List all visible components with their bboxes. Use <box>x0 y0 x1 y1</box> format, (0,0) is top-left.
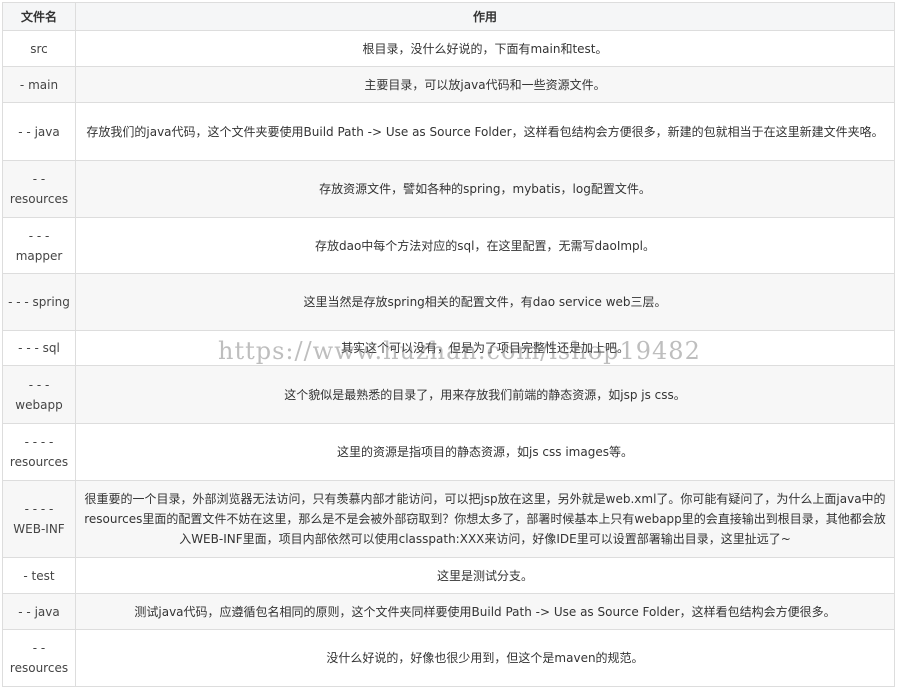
table-row: - main 主要目录，可以放java代码和一些资源文件。 <box>2 66 895 103</box>
row-description: 这里是测试分支。 <box>75 557 895 594</box>
column-header-filename: 文件名 <box>2 2 76 31</box>
row-description: 这里的资源是指项目的静态资源，如js css images等。 <box>75 423 895 481</box>
row-description: 没什么好说的，好像也很少用到，但这个是maven的规范。 <box>75 629 895 687</box>
row-filename: - test <box>2 557 76 594</box>
row-filename: - - - spring <box>2 273 76 331</box>
table-row: - - - - WEB-INF 很重要的一个目录，外部浏览器无法访问，只有羡慕内… <box>2 480 895 558</box>
row-filename: - - - webapp <box>2 365 76 424</box>
row-filename: - - java <box>2 593 76 630</box>
table-header-row: 文件名 作用 <box>2 2 895 31</box>
row-filename: src <box>2 30 76 67</box>
row-description: 存放我们的java代码，这个文件夹要使用Build Path -> Use as… <box>75 102 895 161</box>
row-filename: - - - mapper <box>2 217 76 274</box>
row-description: 根目录，没什么好说的，下面有main和test。 <box>75 30 895 67</box>
table-row: - - - spring 这里当然是存放spring相关的配置文件，有dao s… <box>2 273 895 331</box>
row-filename: - main <box>2 66 76 103</box>
row-description: 很重要的一个目录，外部浏览器无法访问，只有羡慕内部才能访问，可以把jsp放在这里… <box>75 480 895 558</box>
table-row: - - - mapper 存放dao中每个方法对应的sql，在这里配置，无需写d… <box>2 217 895 274</box>
row-filename: - - - - WEB-INF <box>2 480 76 558</box>
row-description: 存放dao中每个方法对应的sql，在这里配置，无需写daoImpl。 <box>75 217 895 274</box>
row-description: 主要目录，可以放java代码和一些资源文件。 <box>75 66 895 103</box>
row-filename: - - resources <box>2 160 76 218</box>
row-filename: - - java <box>2 102 76 161</box>
row-filename: - - resources <box>2 629 76 687</box>
table-row: - - - sql 其实这个可以没有，但是为了项目完整性还是加上吧。 <box>2 330 895 366</box>
table-row: - - resources 存放资源文件，譬如各种的spring，mybatis… <box>2 160 895 218</box>
row-description: 其实这个可以没有，但是为了项目完整性还是加上吧。 <box>75 330 895 366</box>
table-row: - - resources 没什么好说的，好像也很少用到，但这个是maven的规… <box>2 629 895 687</box>
row-filename: - - - - resources <box>2 423 76 481</box>
table-row: - - java 存放我们的java代码，这个文件夹要使用Build Path … <box>2 102 895 161</box>
column-header-purpose: 作用 <box>75 2 895 31</box>
table-row: - test 这里是测试分支。 <box>2 557 895 594</box>
row-filename: - - - sql <box>2 330 76 366</box>
table-row: - - - - resources 这里的资源是指项目的静态资源，如js css… <box>2 423 895 481</box>
table-row: src 根目录，没什么好说的，下面有main和test。 <box>2 30 895 67</box>
table-row: - - - webapp 这个貌似是最熟悉的目录了，用来存放我们前端的静态资源，… <box>2 365 895 424</box>
row-description: 这个貌似是最熟悉的目录了，用来存放我们前端的静态资源，如jsp js css。 <box>75 365 895 424</box>
row-description: 测试java代码，应遵循包名相同的原则，这个文件夹同样要使用Build Path… <box>75 593 895 630</box>
file-structure-table: 文件名 作用 src 根目录，没什么好说的，下面有main和test。 - ma… <box>2 2 895 687</box>
row-description: 这里当然是存放spring相关的配置文件，有dao service web三层。 <box>75 273 895 331</box>
row-description: 存放资源文件，譬如各种的spring，mybatis，log配置文件。 <box>75 160 895 218</box>
table-row: - - java 测试java代码，应遵循包名相同的原则，这个文件夹同样要使用B… <box>2 593 895 630</box>
